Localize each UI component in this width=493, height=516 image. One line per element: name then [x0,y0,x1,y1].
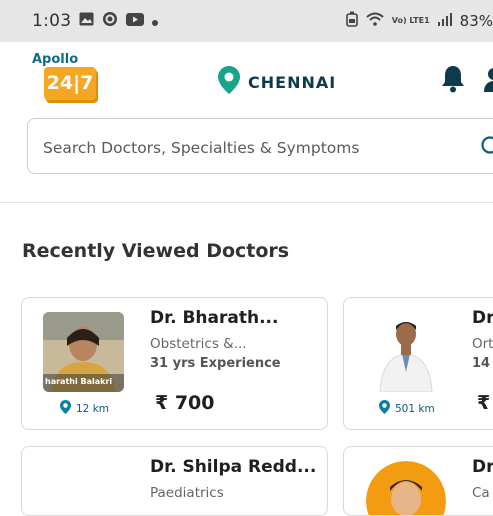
status-time: 1:03 [32,11,71,31]
location-pin-icon [60,400,71,417]
alarm-icon [346,11,358,31]
doctor-card[interactable]: 501 km Dr. Ort 14 y ₹ [343,297,493,430]
logo-apollo-text: Apollo [32,52,78,67]
doctor-name: Dr. Shilpa Redd... [150,457,316,477]
doctor-name: Dr. [472,308,493,328]
notification-dot-icon [152,11,158,31]
status-bar: 1:03 Vo) LTE1 83% [0,0,493,42]
wifi-icon [366,12,384,30]
doctor-name: Dr. Bharath... [150,308,278,328]
consult-fee: ₹ [477,392,490,414]
consult-fee: ₹ 700 [155,392,215,414]
section-divider [0,202,493,203]
doctor-specialty: Paediatrics [150,485,224,501]
location-pin-icon [379,400,390,417]
location-pin-icon [218,66,240,98]
signal-icon [438,12,452,30]
photo-caption: harathi Balakri [45,377,112,386]
network-label: Vo) LTE1 [392,17,430,25]
doctor-specialty: Ort [472,336,493,352]
doctor-name: Dr. [472,457,493,477]
distance-info: 12 km [60,400,109,417]
section-title-recent: Recently Viewed Doctors [22,240,289,262]
doctor-experience: 31 yrs Experience [150,356,281,371]
search-icon[interactable] [480,135,493,163]
doctor-photo [366,312,446,392]
user-profile-icon[interactable] [484,66,493,98]
doctor-specialty: Obstetrics &... [150,336,247,352]
distance-info: 501 km [379,400,435,417]
location-label: CHENNAI [248,73,336,92]
doctor-photo: harathi Balakri [43,312,124,392]
search-bar[interactable] [27,118,493,174]
battery-percent: 83% [460,12,493,30]
doctor-specialty: Ca [472,485,490,501]
doctor-experience: 14 y [472,356,493,371]
doctor-card[interactable]: Dr. Shilpa Redd... Paediatrics [21,446,328,516]
whatsapp-icon [102,11,118,32]
distance-label: 501 km [395,403,435,415]
doctor-photo [366,461,446,516]
search-input[interactable] [41,119,465,177]
distance-label: 12 km [76,403,109,415]
location-selector[interactable]: CHENNAI [218,66,336,98]
logo-247[interactable]: 24|7 [44,67,96,100]
doctor-card[interactable]: Dr. Ca [343,446,493,516]
youtube-icon [126,11,144,31]
status-right: Vo) LTE1 83% [346,0,493,42]
doctor-card[interactable]: harathi Balakri 12 km Dr. Bharath... Obs… [21,297,328,430]
gallery-icon [79,11,94,31]
notification-bell-icon[interactable] [440,64,466,98]
